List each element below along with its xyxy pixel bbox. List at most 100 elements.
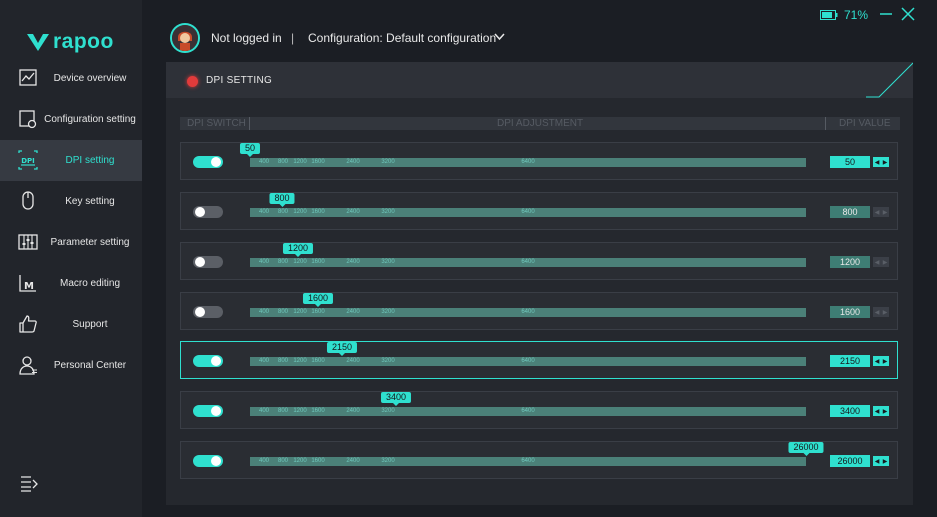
dpi-slider-track[interactable]: 400 800 1200 1600 2400 3200 6400 (250, 258, 806, 267)
dpi-value-input[interactable]: 26000 (830, 455, 870, 467)
dpi-switch-toggle[interactable] (193, 306, 223, 318)
dpi-slider-handle[interactable]: 2150 (326, 342, 358, 356)
dpi-row[interactable]: 400 800 1200 1600 2400 3200 6400 1600 1600 ◀ ▶ (180, 292, 898, 330)
dpi-tick-label: 800 (277, 309, 289, 315)
increase-arrow-icon[interactable]: ▶ (883, 458, 888, 465)
dpi-tick-label: 1200 (293, 209, 307, 215)
header-separator: | (291, 31, 295, 45)
increase-arrow-icon[interactable]: ▶ (883, 159, 888, 166)
dpi-switch-toggle[interactable] (193, 156, 223, 168)
dpi-tick-label: 1600 (311, 159, 325, 165)
dpi-row[interactable]: 400 800 1200 1600 2400 3200 6400 2150 2150 ◀ ▶ (180, 341, 898, 379)
toggle-knob (211, 406, 221, 416)
dpi-slider-track[interactable]: 400 800 1200 1600 2400 3200 6400 (250, 457, 806, 466)
decrease-arrow-icon[interactable]: ◀ (875, 259, 880, 266)
toggle-knob (211, 356, 221, 366)
dpi-slider-track[interactable]: 400 800 1200 1600 2400 3200 6400 (250, 158, 806, 167)
dpi-slider-handle[interactable]: 800 (269, 193, 295, 207)
sidebar-item-support[interactable]: Support (0, 304, 142, 345)
dpi-value-input[interactable]: 3400 (830, 405, 870, 417)
increase-arrow-icon[interactable]: ▶ (883, 259, 888, 266)
sidebar-nav: Device overview Configuration setting DP… (0, 58, 142, 386)
sidebar-item-label: Device overview (53, 73, 127, 84)
increase-arrow-icon[interactable]: ▶ (883, 408, 888, 415)
dpi-row[interactable]: 400 800 1200 1600 2400 3200 6400 50 50 ◀ ▶ (180, 142, 898, 180)
decrease-arrow-icon[interactable]: ◀ (875, 458, 880, 465)
dpi-slider-handle[interactable]: 3400 (380, 392, 412, 406)
dpi-stepper[interactable]: ◀ ▶ (873, 456, 889, 466)
collapse-menu-icon[interactable] (19, 473, 39, 493)
dpi-tick-label: 400 (258, 259, 270, 265)
decrease-arrow-icon[interactable]: ◀ (875, 309, 880, 316)
dpi-slider-handle[interactable]: 1600 (302, 293, 334, 307)
dpi-tick-label: 2400 (346, 458, 360, 464)
dpi-switch-toggle[interactable] (193, 206, 223, 218)
dpi-stepper[interactable]: ◀ ▶ (873, 307, 889, 317)
battery-indicator: 71% (820, 8, 868, 22)
increase-arrow-icon[interactable]: ▶ (883, 209, 888, 216)
increase-arrow-icon[interactable]: ▶ (883, 309, 888, 316)
increase-arrow-icon[interactable]: ▶ (883, 358, 888, 365)
sidebar-item-macro-editing[interactable]: M Macro editing (0, 263, 142, 304)
dpi-switch-toggle[interactable] (193, 455, 223, 467)
sidebar-item-label: Support (72, 319, 108, 330)
avatar-icon (172, 25, 198, 51)
sidebar-item-personal-center[interactable]: Personal Center (0, 345, 142, 386)
svg-text:M: M (24, 281, 34, 292)
dpi-row[interactable]: 400 800 1200 1600 2400 3200 6400 1200 1200 ◀ ▶ (180, 242, 898, 280)
dpi-value-input[interactable]: 800 (830, 206, 870, 218)
sidebar-item-parameter-setting[interactable]: Parameter setting (0, 222, 142, 263)
sidebar-item-key-setting[interactable]: Key setting (0, 181, 142, 222)
dpi-value-input[interactable]: 1200 (830, 256, 870, 268)
svg-text:DPI: DPI (21, 157, 35, 165)
dpi-tick-label: 3200 (381, 358, 395, 364)
dpi-tick-label: 2400 (346, 408, 360, 414)
dpi-slider-handle[interactable]: 26000 (788, 442, 824, 456)
toggle-knob (195, 207, 205, 217)
decrease-arrow-icon[interactable]: ◀ (875, 408, 880, 415)
toggle-knob (195, 307, 205, 317)
dpi-slider-track[interactable]: 400 800 1200 1600 2400 3200 6400 (250, 407, 806, 416)
dpi-stepper[interactable]: ◀ ▶ (873, 257, 889, 267)
sidebar-item-label: Key setting (65, 196, 115, 207)
dpi-value-input[interactable]: 1600 (830, 306, 870, 318)
dpi-tick-label: 6400 (521, 309, 535, 315)
dpi-switch-toggle[interactable] (193, 355, 223, 367)
dpi-row[interactable]: 400 800 1200 1600 2400 3200 6400 26000 26000 ◀ ▶ (180, 441, 898, 479)
dpi-tick-label: 1200 (293, 159, 307, 165)
dpi-slider-handle[interactable]: 1200 (282, 243, 314, 257)
dpi-switch-toggle[interactable] (193, 256, 223, 268)
minimize-icon[interactable] (878, 6, 894, 22)
dpi-row[interactable]: 400 800 1200 1600 2400 3200 6400 800 800 ◀ ▶ (180, 192, 898, 230)
dpi-stepper[interactable]: ◀ ▶ (873, 207, 889, 217)
sidebar-item-device-overview[interactable]: Device overview (0, 58, 142, 99)
login-status[interactable]: Not logged in (211, 31, 282, 45)
dpi-slider-handle[interactable]: 50 (239, 143, 261, 157)
dpi-stepper[interactable]: ◀ ▶ (873, 157, 889, 167)
dpi-switch-toggle[interactable] (193, 405, 223, 417)
dpi-tick-label: 400 (258, 309, 270, 315)
dpi-value-input[interactable]: 2150 (830, 355, 870, 367)
dpi-tick-label: 6400 (521, 259, 535, 265)
decrease-arrow-icon[interactable]: ◀ (875, 159, 880, 166)
avatar[interactable] (170, 23, 200, 53)
sidebar-item-configuration-setting[interactable]: Configuration setting (0, 99, 142, 140)
dpi-tick-label: 3200 (381, 159, 395, 165)
dpi-slider-track[interactable]: 400 800 1200 1600 2400 3200 6400 (250, 357, 806, 366)
dpi-stepper[interactable]: ◀ ▶ (873, 406, 889, 416)
dpi-slider-track[interactable]: 400 800 1200 1600 2400 3200 6400 (250, 308, 806, 317)
dpi-value-input[interactable]: 50 (830, 156, 870, 168)
dpi-row[interactable]: 400 800 1200 1600 2400 3200 6400 3400 3400 ◀ ▶ (180, 391, 898, 429)
chevron-down-icon[interactable] (494, 33, 505, 41)
decrease-arrow-icon[interactable]: ◀ (875, 358, 880, 365)
close-icon[interactable] (900, 6, 916, 22)
dpi-tick-label: 2400 (346, 209, 360, 215)
configuration-dropdown[interactable]: Configuration: Default configuration (308, 31, 496, 45)
decrease-arrow-icon[interactable]: ◀ (875, 209, 880, 216)
dpi-tick-label: 1600 (311, 259, 325, 265)
sidebar-item-label: Personal Center (53, 360, 127, 371)
dpi-slider-track[interactable]: 400 800 1200 1600 2400 3200 6400 (250, 208, 806, 217)
user-icon (19, 356, 37, 375)
sidebar-item-dpi-setting[interactable]: DPI DPI setting (0, 140, 142, 181)
dpi-stepper[interactable]: ◀ ▶ (873, 356, 889, 366)
